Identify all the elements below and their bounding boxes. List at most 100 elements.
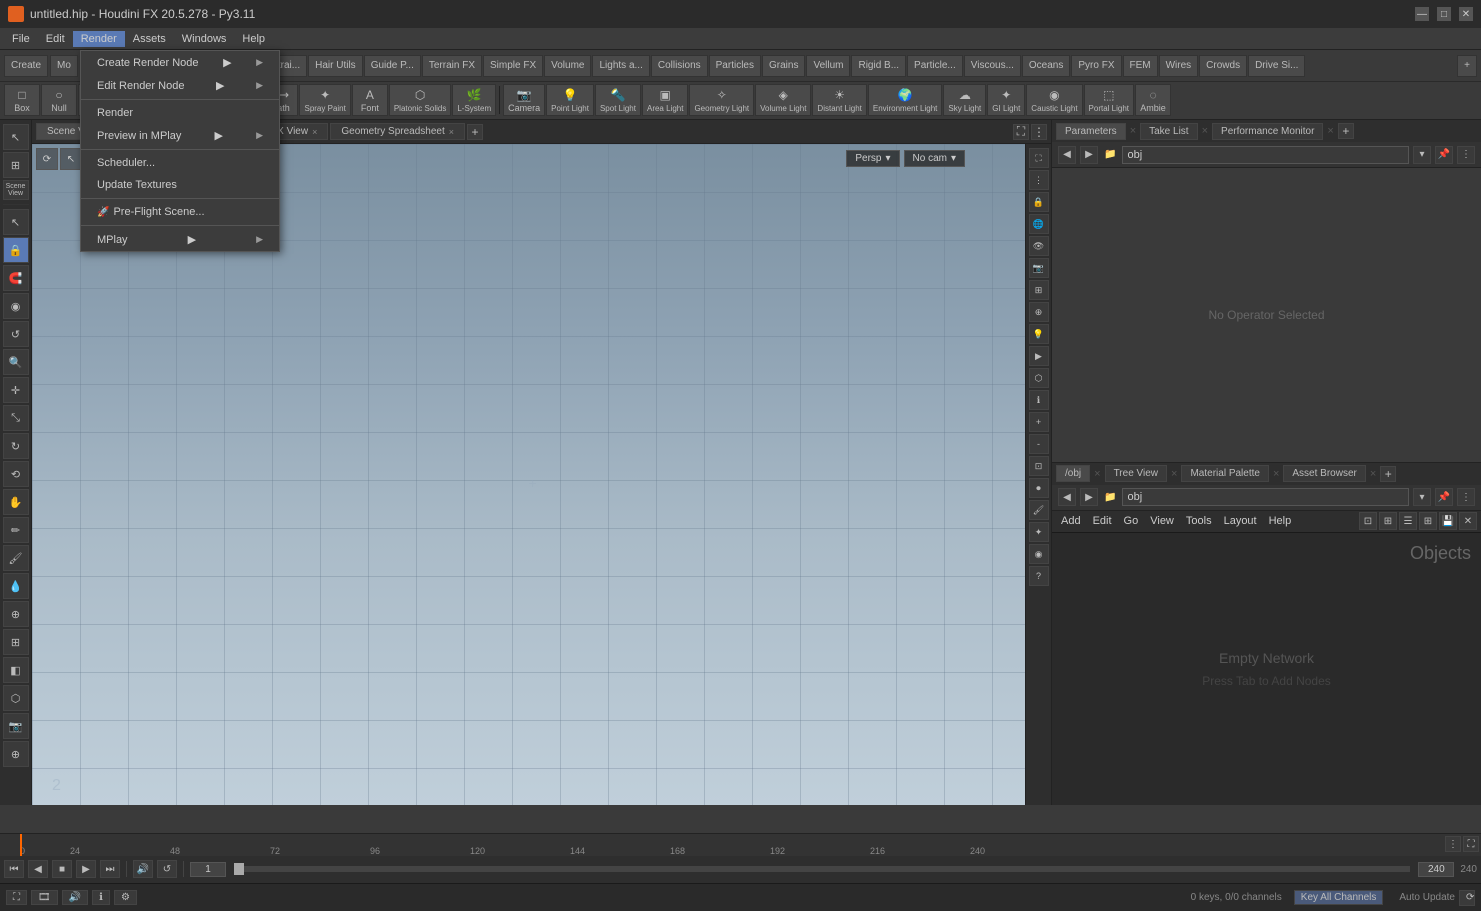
vrt-globe[interactable]: 🌐 bbox=[1029, 214, 1049, 234]
dd-item-scheduler[interactable]: Scheduler... bbox=[81, 152, 279, 174]
maximize-button[interactable]: □ bbox=[1437, 7, 1451, 21]
tc-stop[interactable]: ■ bbox=[52, 860, 72, 878]
tool-volume-light[interactable]: ◈ Volume Light bbox=[755, 84, 811, 116]
tool-magnet[interactable]: 🧲 bbox=[3, 265, 29, 291]
tool-move[interactable]: ✛ bbox=[3, 377, 29, 403]
net-menu-view[interactable]: View bbox=[1145, 514, 1179, 528]
tool-caustic-light[interactable]: ◉ Caustic Light bbox=[1026, 84, 1082, 116]
net-options[interactable]: ⋮ bbox=[1457, 488, 1475, 506]
shelf-crowds[interactable]: Crowds bbox=[1199, 55, 1247, 77]
vp-tool-select2[interactable]: ↖ bbox=[60, 148, 82, 170]
vrt-grid[interactable]: ⊞ bbox=[1029, 280, 1049, 300]
net-dropdown[interactable]: ▾ bbox=[1413, 488, 1431, 506]
dd-item-render[interactable]: Render bbox=[81, 102, 279, 124]
vrt-cam[interactable]: 📷 bbox=[1029, 258, 1049, 278]
network-path-input[interactable] bbox=[1122, 488, 1409, 506]
ruler-track[interactable]: 0 24 48 72 96 120 144 168 192 216 240 bbox=[0, 834, 1481, 856]
tc-play[interactable]: ▶ bbox=[76, 860, 96, 878]
vrt-options[interactable]: ⋮ bbox=[1029, 170, 1049, 190]
scene-view-label[interactable]: Scene View bbox=[3, 180, 29, 200]
vrt-expand[interactable]: ⛶ bbox=[1029, 148, 1049, 168]
menu-render[interactable]: Render bbox=[73, 31, 125, 47]
shelf-wires[interactable]: Wires bbox=[1159, 55, 1199, 77]
params-path-input[interactable] bbox=[1122, 146, 1409, 164]
dd-item-edit-render-node[interactable]: Edit Render Node ▶ bbox=[81, 74, 279, 97]
params-forward[interactable]: ▶ bbox=[1080, 146, 1098, 164]
tab-take-list[interactable]: Take List bbox=[1140, 123, 1197, 140]
tab-material-palette[interactable]: Material Palette bbox=[1181, 465, 1268, 482]
tool-gi-light[interactable]: ✦ GI Light bbox=[987, 84, 1025, 116]
net-pin[interactable]: 📌 bbox=[1435, 488, 1453, 506]
vrt-vis[interactable]: ⬡ bbox=[1029, 368, 1049, 388]
tool-scene-view[interactable]: ⊞ bbox=[3, 152, 29, 178]
camera-view-button[interactable]: No cam ▾ bbox=[904, 150, 965, 167]
tool-font[interactable]: A Font bbox=[352, 84, 388, 116]
tab-motion-close[interactable]: × bbox=[312, 127, 317, 137]
net-menu-tools[interactable]: Tools bbox=[1181, 514, 1217, 528]
start-frame-input[interactable] bbox=[190, 862, 226, 877]
net-menu-add[interactable]: Add bbox=[1056, 514, 1086, 528]
vrt-snap[interactable]: ⊕ bbox=[1029, 302, 1049, 322]
net-save[interactable]: 💾 bbox=[1439, 512, 1457, 530]
shelf-pyro[interactable]: Pyro FX bbox=[1071, 55, 1121, 77]
tool-spray-paint[interactable]: ✦ Spray Paint bbox=[299, 84, 350, 116]
vrt-eye[interactable]: 👁 bbox=[1029, 236, 1049, 256]
dd-item-update-textures[interactable]: Update Textures bbox=[81, 174, 279, 196]
vrt-help[interactable]: ? bbox=[1029, 566, 1049, 586]
shelf-viscous[interactable]: Viscous... bbox=[964, 55, 1021, 77]
vrt-zoom-out[interactable]: - bbox=[1029, 434, 1049, 454]
timeline-ruler[interactable]: 0 24 48 72 96 120 144 168 192 216 240 ⋮ … bbox=[0, 834, 1481, 856]
tc-audio[interactable]: 🔊 bbox=[133, 860, 153, 878]
timeline-thumb[interactable] bbox=[234, 863, 244, 875]
add-shelf-button[interactable]: + bbox=[1457, 55, 1477, 77]
shelf-particle[interactable]: Particle... bbox=[907, 55, 963, 77]
tab-geo-spreadsheet[interactable]: Geometry Spreadsheet × bbox=[330, 123, 465, 140]
status-sound[interactable]: 🔊 bbox=[62, 890, 88, 905]
end-frame-input[interactable] bbox=[1418, 862, 1454, 877]
tool-brush[interactable]: 🖌 bbox=[3, 545, 29, 571]
tool-eyedropper[interactable]: 💧 bbox=[3, 573, 29, 599]
vrt-info[interactable]: ℹ bbox=[1029, 390, 1049, 410]
vrt-zoom-in[interactable]: + bbox=[1029, 412, 1049, 432]
net-menu-go[interactable]: Go bbox=[1119, 514, 1144, 528]
shelf-collisions[interactable]: Collisions bbox=[651, 55, 708, 77]
dd-item-preview-mplay[interactable]: Preview in MPlay ▶ bbox=[81, 124, 279, 147]
add-param-tab[interactable]: + bbox=[1338, 123, 1354, 139]
tool-spot-light[interactable]: 🔦 Spot Light bbox=[595, 84, 641, 116]
tool-extra3[interactable]: ◧ bbox=[3, 657, 29, 683]
tool-transform[interactable]: ⟲ bbox=[3, 461, 29, 487]
tool-camera[interactable]: 📷 Camera bbox=[503, 84, 545, 116]
tool-distant-light[interactable]: ☀ Distant Light bbox=[812, 84, 866, 116]
shelf-fem[interactable]: FEM bbox=[1123, 55, 1158, 77]
params-options[interactable]: ⋮ bbox=[1457, 146, 1475, 164]
tc-loop[interactable]: ↺ bbox=[157, 860, 177, 878]
net-menu-help[interactable]: Help bbox=[1264, 514, 1297, 528]
tool-select[interactable]: ↖ bbox=[3, 124, 29, 150]
tc-last-frame[interactable]: ⏭ bbox=[100, 860, 120, 878]
dd-item-preflight[interactable]: 🚀Pre-Flight Scene... bbox=[81, 201, 279, 223]
tool-scale[interactable]: ⤡ bbox=[3, 405, 29, 431]
create-button[interactable]: Create bbox=[4, 55, 48, 77]
vp-tool-snap[interactable]: ⟳ bbox=[36, 148, 58, 170]
net-forward[interactable]: ▶ bbox=[1080, 488, 1098, 506]
net-list[interactable]: ☰ bbox=[1399, 512, 1417, 530]
tool-circle-sel[interactable]: ◉ bbox=[3, 293, 29, 319]
shelf-terrain-fx[interactable]: Terrain FX bbox=[422, 55, 482, 77]
tool-environment-light[interactable]: 🌍 Environment Light bbox=[868, 84, 942, 116]
net-menu-edit[interactable]: Edit bbox=[1088, 514, 1117, 528]
tab-asset-browser[interactable]: Asset Browser bbox=[1283, 465, 1365, 482]
shelf-lights[interactable]: Lights a... bbox=[592, 55, 649, 77]
params-dropdown[interactable]: ▾ bbox=[1413, 146, 1431, 164]
tool-rotate-left[interactable]: ↺ bbox=[3, 321, 29, 347]
vrt-render[interactable]: ▶ bbox=[1029, 346, 1049, 366]
tool-ambient[interactable]: ◌ Ambie bbox=[1135, 84, 1171, 116]
net-table[interactable]: ⊞ bbox=[1419, 512, 1437, 530]
key-all-channels-button[interactable]: Key All Channels bbox=[1294, 890, 1384, 905]
tool-portal-light[interactable]: ⬚ Portal Light bbox=[1084, 84, 1134, 116]
net-close2[interactable]: ✕ bbox=[1459, 512, 1477, 530]
menu-windows[interactable]: Windows bbox=[174, 31, 235, 47]
vrt-light[interactable]: 💡 bbox=[1029, 324, 1049, 344]
vrt-particles[interactable]: ✦ bbox=[1029, 522, 1049, 542]
tool-platonic[interactable]: ⬡ Platonic Solids bbox=[389, 84, 451, 116]
tool-zoom[interactable]: 🔍 bbox=[3, 349, 29, 375]
